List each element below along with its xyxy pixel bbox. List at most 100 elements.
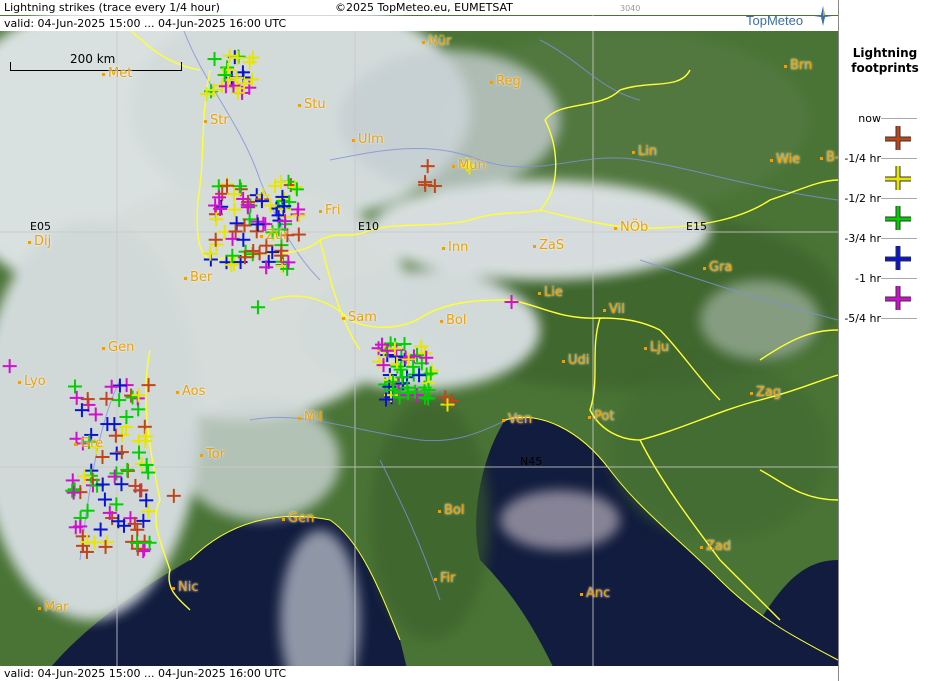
city-dot bbox=[102, 347, 105, 350]
city-dot bbox=[442, 247, 445, 250]
legend-label: -3/4 hr bbox=[844, 232, 881, 245]
city-dot bbox=[533, 245, 536, 248]
legend-label: now bbox=[858, 112, 881, 125]
city-label: Str bbox=[210, 113, 229, 128]
city-dot bbox=[440, 320, 443, 323]
city-label: Zag bbox=[756, 385, 782, 400]
grid-label: E15 bbox=[686, 220, 707, 233]
city-dot bbox=[204, 120, 207, 123]
city-label: Zür bbox=[266, 228, 289, 243]
city-label: Zad bbox=[706, 539, 732, 554]
city-label: Aos bbox=[182, 384, 206, 399]
city-label: Wie bbox=[776, 152, 801, 167]
legend-cross-icon bbox=[885, 126, 911, 150]
city-dot bbox=[644, 347, 647, 350]
scale-label: 200 km bbox=[70, 52, 116, 66]
city-dot bbox=[342, 317, 345, 320]
compass-icon bbox=[814, 6, 832, 26]
copyright: ©2025 TopMeteo.eu, EUMETSAT bbox=[335, 1, 513, 14]
legend-cross-icon bbox=[885, 286, 911, 310]
city-dot bbox=[74, 443, 77, 446]
city-label: Vil bbox=[609, 302, 625, 317]
city-label: Mar bbox=[44, 600, 69, 615]
valid-time-bottom: valid: 04-Jun-2025 15:00 ... 04-Jun-2025… bbox=[4, 667, 287, 680]
city-label: Fir bbox=[440, 571, 456, 586]
city-dot bbox=[502, 419, 505, 422]
city-dot bbox=[102, 73, 105, 76]
grid-label: E10 bbox=[358, 220, 379, 233]
legend-cross-icon bbox=[885, 166, 911, 190]
city-dot bbox=[538, 292, 541, 295]
legend-label: -1/2 hr bbox=[844, 192, 881, 205]
city-dot bbox=[319, 210, 322, 213]
city-dot bbox=[176, 391, 179, 394]
city-dot bbox=[750, 392, 753, 395]
city-label: Nic bbox=[178, 580, 199, 595]
city-label: Bol bbox=[446, 313, 467, 328]
city-label: Brn bbox=[790, 58, 813, 73]
legend-title: Lightning footprints bbox=[839, 46, 930, 76]
city-dot bbox=[438, 510, 441, 513]
legend-cross-icon bbox=[885, 246, 911, 270]
city-dot bbox=[703, 267, 706, 270]
city-label: Sam bbox=[348, 310, 377, 325]
city-label: Gra bbox=[709, 260, 733, 275]
city-label: Met bbox=[108, 66, 133, 81]
city-label: Gen bbox=[288, 511, 315, 526]
city-label: NÖb bbox=[620, 220, 649, 235]
city-label: Ven bbox=[508, 412, 533, 427]
logo-text: TopMeteo bbox=[746, 13, 804, 28]
city-dot bbox=[434, 578, 437, 581]
city-label: Udi bbox=[568, 353, 590, 368]
legend-cross-icon bbox=[885, 206, 911, 230]
legend-title-line2: footprints bbox=[851, 61, 919, 75]
legend-label: -1/4 hr bbox=[844, 152, 881, 165]
city-dot bbox=[784, 65, 787, 68]
city-label: Gen bbox=[108, 340, 135, 355]
legend-panel: Lightning footprints now -1/4 hr -1/2 hr -3… bbox=[838, 0, 930, 681]
city-dot bbox=[580, 593, 583, 596]
city-dot bbox=[588, 416, 591, 419]
city-label: Anc bbox=[586, 586, 611, 601]
city-dot bbox=[452, 165, 455, 168]
bottom-footer: valid: 04-Jun-2025 15:00 ... 04-Jun-2025… bbox=[0, 666, 838, 681]
city-label: Reg bbox=[496, 74, 521, 89]
city-dot bbox=[352, 139, 355, 142]
city-dot bbox=[38, 607, 41, 610]
legend-label: -5/4 hr bbox=[844, 312, 881, 325]
city-label: Lyo bbox=[24, 374, 46, 389]
city-dot bbox=[820, 157, 823, 160]
city-label: Mil bbox=[304, 410, 323, 425]
valid-header: valid: 04-Jun-2025 15:00 ... 04-Jun-2025… bbox=[0, 16, 838, 31]
city-label: Pot bbox=[594, 409, 615, 424]
city-dot bbox=[28, 241, 31, 244]
city-dot bbox=[260, 235, 263, 238]
city-dot bbox=[632, 151, 635, 154]
city-label: Lin bbox=[638, 144, 658, 159]
city-dot bbox=[184, 277, 187, 280]
city-dot bbox=[562, 360, 565, 363]
city-label: Lie bbox=[544, 285, 563, 300]
city-label: Lju bbox=[650, 340, 670, 355]
topmeteo-logo[interactable]: TopMeteo bbox=[744, 4, 834, 30]
city-label: Ber bbox=[190, 270, 213, 285]
city-label: B- bbox=[826, 150, 838, 165]
legend-divider bbox=[881, 238, 917, 239]
city-dot bbox=[700, 546, 703, 549]
city-dot bbox=[603, 309, 606, 312]
legend-divider bbox=[881, 158, 917, 159]
legend-title-line1: Lightning bbox=[852, 46, 918, 60]
city-label: Mün bbox=[458, 158, 486, 173]
map-code: 3040 bbox=[620, 4, 641, 13]
city-label: Tor bbox=[206, 447, 226, 462]
city-label: Gre bbox=[80, 436, 104, 451]
city-dot bbox=[770, 159, 773, 162]
city-label: Inn bbox=[448, 240, 469, 255]
top-header: Lightning strikes (trace every 1/4 hour)… bbox=[0, 0, 838, 15]
city-label: Ulm bbox=[358, 132, 384, 147]
city-label: Stu bbox=[304, 97, 326, 112]
legend-divider bbox=[881, 198, 917, 199]
city-label: Bol bbox=[444, 503, 465, 518]
valid-time-top: valid: 04-Jun-2025 15:00 ... 04-Jun-2025… bbox=[4, 17, 287, 30]
satellite-map[interactable]: 200 km Nür Reg Brn Met Stu Str Ulm Mün Lin Wie B- F… bbox=[0, 0, 838, 681]
